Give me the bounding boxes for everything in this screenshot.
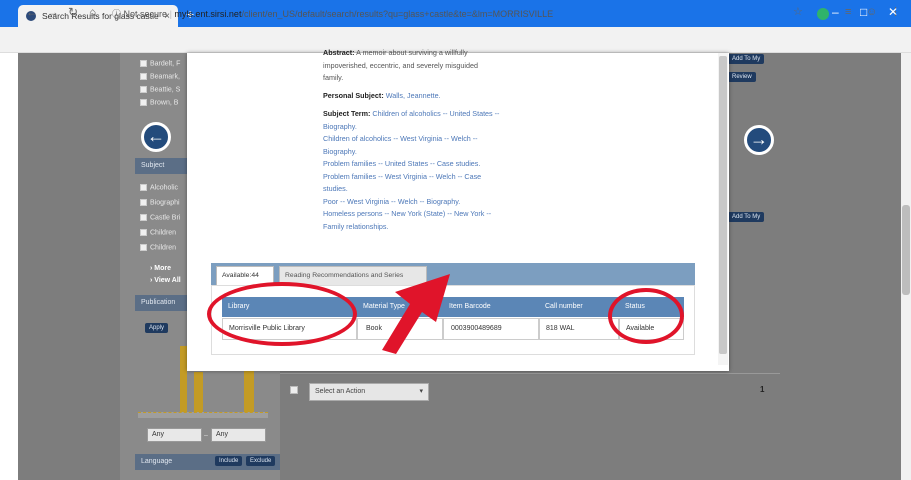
reload-icon[interactable]: ↻ [68, 6, 78, 18]
facet-item[interactable]: Brown, B [140, 99, 178, 106]
subject-term-link[interactable]: Problem families -- United States -- Cas… [323, 158, 499, 171]
home-icon[interactable]: ⌂ [89, 6, 96, 18]
cell-call-number: 818 WAL [546, 325, 575, 332]
not-secure-label: Not secure [123, 9, 168, 19]
include-button[interactable]: Include [215, 456, 243, 466]
cell-item-barcode: 0003900489689 [451, 325, 502, 332]
annotation-arrow-icon [382, 274, 450, 354]
annotation-circle-status [608, 288, 684, 344]
action-select[interactable]: Select an Action ▾ [309, 383, 429, 401]
next-arrow-icon[interactable]: → [744, 125, 774, 155]
histogram-bar [180, 346, 187, 414]
subject-terms: Subject Term: Children of alcoholics -- … [323, 108, 499, 233]
modal-scrollbar-thumb[interactable] [719, 56, 727, 354]
subject-term-link[interactable]: Biography. [323, 146, 499, 159]
reading-list-icon[interactable]: ≡ [845, 6, 851, 18]
range-dash: – [204, 432, 208, 439]
subject-term-link[interactable]: Family relationships. [323, 221, 499, 234]
star-icon[interactable]: ☆ [793, 6, 803, 18]
subject-term-link[interactable]: studies. [323, 183, 499, 196]
select-all-checkbox[interactable] [290, 386, 298, 394]
url-field[interactable]: ⓘ Not secure | myls.ent.sirsi.net/client… [112, 7, 553, 20]
more-link[interactable]: › More [150, 265, 171, 272]
facet-item[interactable]: Children [140, 229, 176, 236]
minimize-icon[interactable]: – [832, 6, 839, 18]
review-button[interactable]: Review [728, 72, 756, 82]
facet-item[interactable]: Children [140, 244, 176, 251]
profile-icon[interactable]: ☺ [866, 6, 877, 18]
facet-item[interactable]: Beamark, [140, 73, 180, 80]
histogram-bar [194, 372, 203, 414]
annotation-circle-library [207, 282, 357, 346]
subject-term-link[interactable]: Children of alcoholics -- United States … [372, 109, 499, 118]
page-number[interactable]: 1 [760, 385, 764, 394]
add-to-my-list-button[interactable]: Add To My [728, 54, 765, 64]
subject-term-link[interactable]: Poor -- West Virginia -- Welch -- Biogra… [323, 196, 499, 209]
exclude-button[interactable]: Exclude [246, 456, 276, 466]
add-to-my-list-button[interactable]: Add To My [728, 212, 765, 222]
column-header-item-barcode[interactable]: Item Barcode [449, 303, 491, 310]
subject-term-link[interactable]: Homeless persons -- New York (State) -- … [323, 208, 499, 221]
facet-item[interactable]: Alcoholic [140, 184, 178, 191]
back-icon[interactable]: ← [26, 6, 38, 18]
subject-term-link[interactable]: Problem families -- West Virginia -- Wel… [323, 171, 499, 184]
forward-icon[interactable]: → [47, 6, 59, 18]
personal-subject: Personal Subject: Walls, Jeannette. [323, 91, 441, 100]
facet-item[interactable]: Bardelt, F [140, 60, 180, 67]
divider [280, 373, 780, 374]
chevron-down-icon: ▾ [419, 388, 423, 395]
facet-item[interactable]: Biographi [140, 199, 180, 206]
url-path: /client/en_US/default/search/results?qu=… [241, 9, 554, 19]
menu-icon[interactable]: ⋮ [890, 6, 901, 18]
range-to-input[interactable]: Any [211, 428, 266, 442]
subject-term-link[interactable]: Biography. [323, 121, 499, 134]
apply-button[interactable]: Apply [145, 323, 169, 333]
range-slider[interactable] [138, 412, 268, 418]
facet-item[interactable]: Beattie, S [140, 86, 180, 93]
column-header-call-number[interactable]: Call number [545, 303, 583, 310]
view-all-link[interactable]: › View All [150, 277, 181, 284]
extension-icon[interactable] [817, 8, 829, 20]
url-host: myls.ent.sirsi.net [174, 9, 242, 19]
page-scrollbar-thumb[interactable] [902, 205, 910, 295]
abstract: Abstract: A memoir about surviving a wil… [323, 48, 479, 82]
info-icon[interactable]: ⓘ [112, 9, 121, 19]
previous-arrow-icon[interactable]: ← [141, 122, 171, 152]
personal-subject-link[interactable]: Walls, Jeannette. [386, 91, 441, 100]
range-from-input[interactable]: Any [147, 428, 202, 442]
subject-term-link[interactable]: Children of alcoholics -- West Virginia … [323, 133, 499, 146]
facet-item[interactable]: Castle Bri [140, 214, 180, 221]
